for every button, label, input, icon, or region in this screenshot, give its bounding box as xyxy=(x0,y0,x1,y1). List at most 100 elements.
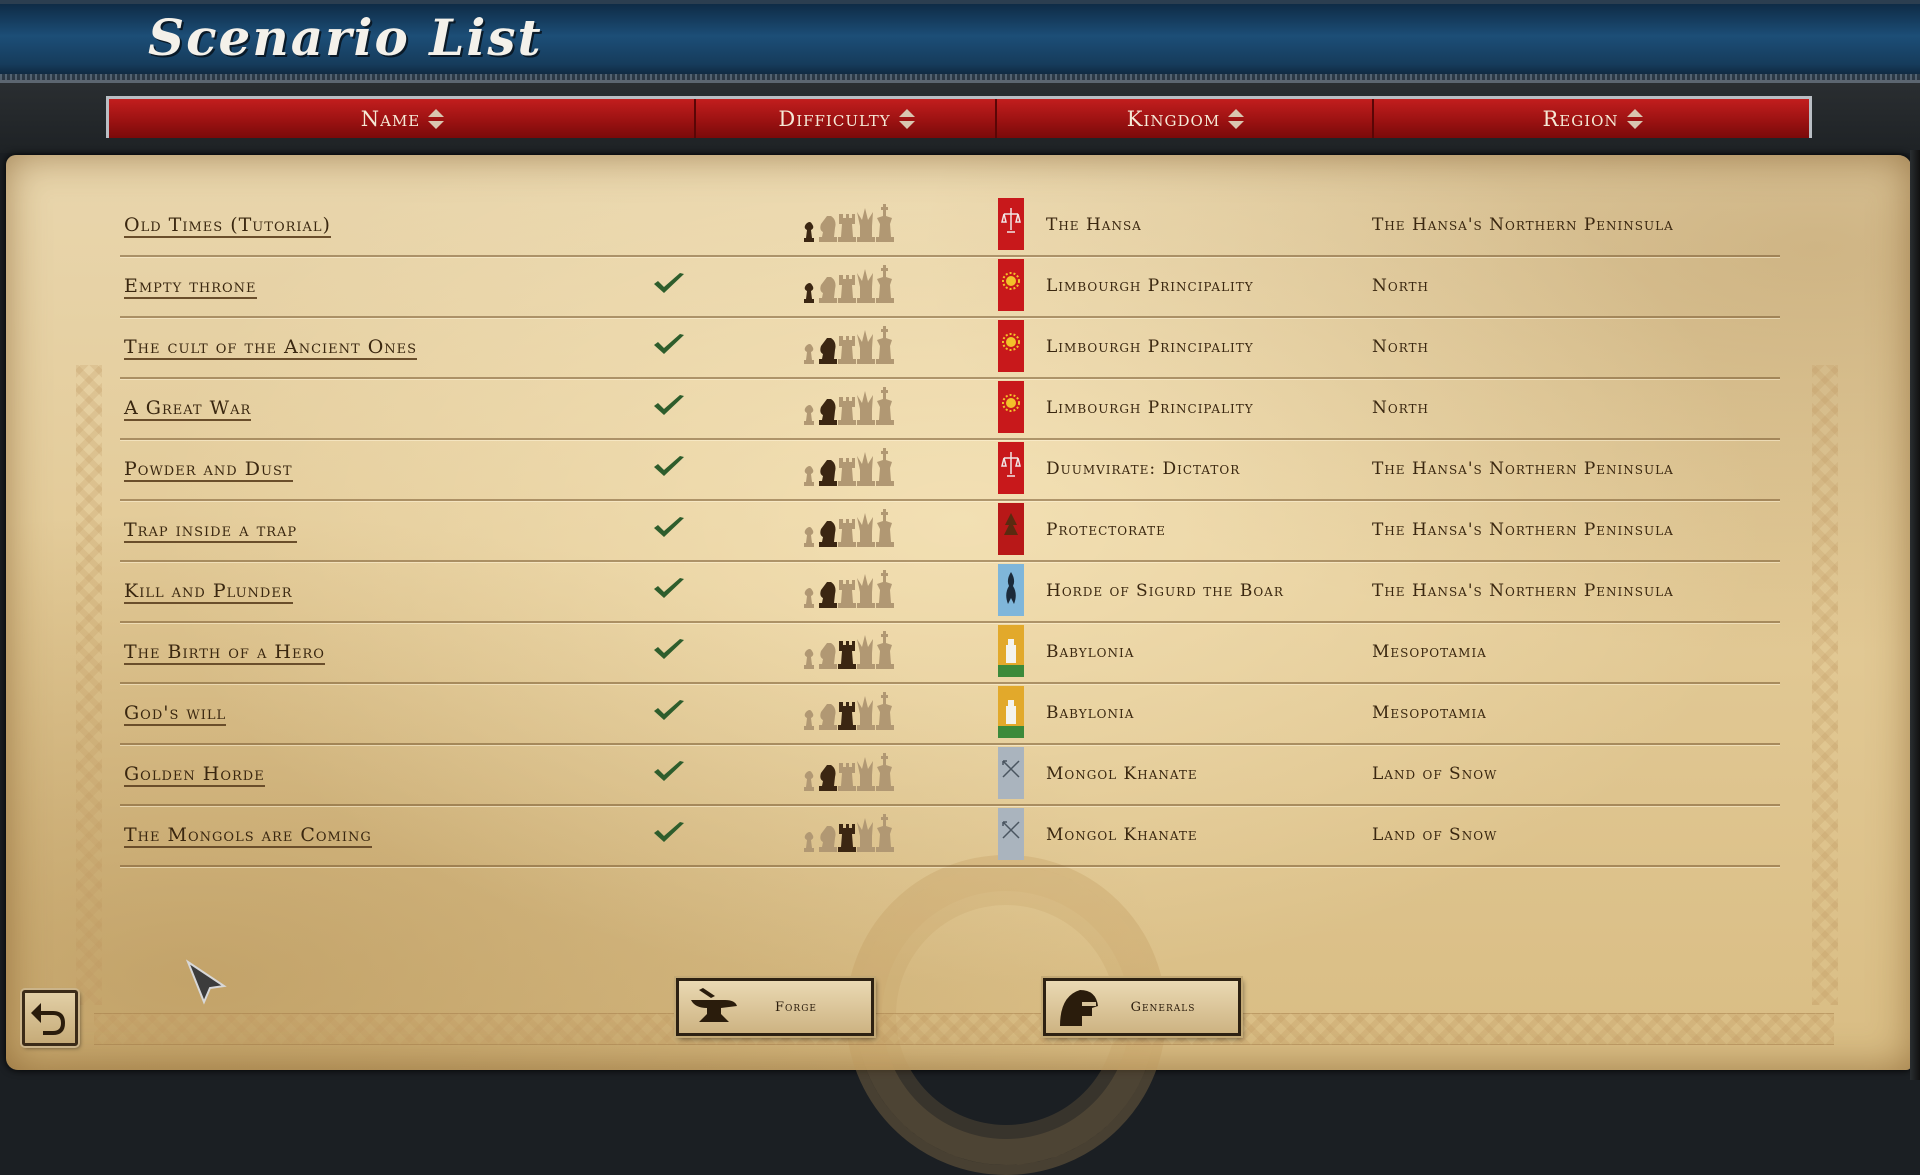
scenario-name-link[interactable]: Powder and Dust xyxy=(124,458,293,482)
region-name: The Hansa's Northern Peninsula xyxy=(1372,459,1674,479)
region-name: The Hansa's Northern Peninsula xyxy=(1372,215,1674,235)
king-icon xyxy=(876,814,894,852)
kingdom-name: The Hansa xyxy=(1046,215,1142,235)
column-header-name[interactable]: Name xyxy=(109,99,696,138)
knight-icon xyxy=(819,765,837,791)
column-header-bar: Name Difficulty Kingdom Region xyxy=(106,96,1812,138)
forge-button[interactable]: Forge xyxy=(676,978,874,1036)
scenario-row[interactable]: Kill and Plunder Horde of Sigurd the Boar… xyxy=(120,562,1780,623)
kingdom-banner-arrows-icon xyxy=(998,808,1024,860)
column-header-region[interactable]: Region xyxy=(1374,99,1809,138)
scenario-row[interactable]: Old Times (Tutorial) The Hansa The Hansa's… xyxy=(120,196,1780,257)
region-name: North xyxy=(1372,337,1430,357)
king-icon xyxy=(876,448,894,486)
scenario-name-link[interactable]: The Mongols are Coming xyxy=(124,824,372,848)
rook-icon xyxy=(838,397,856,425)
region-name: Land of Snow xyxy=(1372,764,1498,784)
queen-icon xyxy=(857,574,875,608)
pawn-icon xyxy=(804,466,814,486)
difficulty-chess-pieces xyxy=(804,448,894,486)
column-header-difficulty-label: Difficulty xyxy=(778,106,891,131)
scenario-name-link[interactable]: God's will xyxy=(124,702,227,726)
scenario-row[interactable]: Trap inside a trap Protectorate The Hansa'… xyxy=(120,501,1780,562)
scenario-name-link[interactable]: Old Times (Tutorial) xyxy=(124,214,331,238)
knight-icon xyxy=(819,460,837,486)
queen-icon xyxy=(857,208,875,242)
completed-check-icon xyxy=(654,639,684,659)
king-icon xyxy=(876,387,894,425)
column-header-difficulty[interactable]: Difficulty xyxy=(696,99,997,138)
queen-icon xyxy=(857,818,875,852)
sort-icon xyxy=(1228,108,1245,129)
queen-icon xyxy=(857,330,875,364)
scenario-name-link[interactable]: Empty throne xyxy=(124,275,257,299)
difficulty-chess-pieces xyxy=(804,814,894,852)
queen-icon xyxy=(857,635,875,669)
scenario-row[interactable]: A Great War Limbourgh Principality North xyxy=(120,379,1780,440)
scenario-name-link[interactable]: The cult of the Ancient Ones xyxy=(124,336,418,360)
difficulty-chess-pieces xyxy=(804,509,894,547)
kingdom-name: Duumvirate: Dictator xyxy=(1046,459,1241,479)
completed-check-icon xyxy=(654,456,684,476)
knight-icon xyxy=(819,826,837,852)
right-rim xyxy=(1910,150,1920,1080)
scenario-row[interactable]: The cult of the Ancient Ones Limbourgh Pr… xyxy=(120,318,1780,379)
pawn-icon xyxy=(804,710,814,730)
king-icon xyxy=(876,204,894,242)
difficulty-chess-pieces xyxy=(804,753,894,791)
pawn-icon xyxy=(804,344,814,364)
scenario-row[interactable]: The Birth of a Hero Babylonia Mesopotamia xyxy=(120,623,1780,684)
column-header-region-label: Region xyxy=(1542,106,1619,131)
completed-check-icon xyxy=(654,273,684,293)
scenario-row[interactable]: The Mongols are Coming Mongol Khanate Land… xyxy=(120,806,1780,867)
rook-icon xyxy=(838,824,856,852)
region-name: Mesopotamia xyxy=(1372,642,1487,662)
region-name: North xyxy=(1372,276,1430,296)
scenario-name-link[interactable]: The Birth of a Hero xyxy=(124,641,325,665)
page-title: Scenario List xyxy=(148,8,543,67)
scenario-name-link[interactable]: Kill and Plunder xyxy=(124,580,293,604)
rook-icon xyxy=(838,336,856,364)
rook-icon xyxy=(838,519,856,547)
kingdom-name: Mongol Khanate xyxy=(1046,764,1198,784)
region-name: Land of Snow xyxy=(1372,825,1498,845)
pawn-icon xyxy=(804,283,814,303)
king-icon xyxy=(876,631,894,669)
scenario-name-link[interactable]: Golden Horde xyxy=(124,763,265,787)
generals-button[interactable]: Generals xyxy=(1043,978,1241,1036)
completed-check-icon xyxy=(654,334,684,354)
queen-icon xyxy=(857,452,875,486)
kingdom-name: Babylonia xyxy=(1046,703,1135,723)
king-icon xyxy=(876,570,894,608)
column-header-kingdom[interactable]: Kingdom xyxy=(997,99,1374,138)
completed-check-icon xyxy=(654,578,684,598)
kingdom-banner-tree-icon xyxy=(998,503,1024,555)
pawn-icon xyxy=(804,588,814,608)
queen-icon xyxy=(857,513,875,547)
scenario-name-link[interactable]: Trap inside a trap xyxy=(124,519,298,543)
back-button[interactable] xyxy=(22,990,78,1046)
knight-icon xyxy=(819,338,837,364)
helmet-icon xyxy=(1060,990,1098,1026)
king-icon xyxy=(876,326,894,364)
rook-icon xyxy=(838,458,856,486)
scenario-row[interactable]: Golden Horde Mongol Khanate Land of Snow xyxy=(120,745,1780,806)
difficulty-chess-pieces xyxy=(804,570,894,608)
region-name: The Hansa's Northern Peninsula xyxy=(1372,581,1674,601)
kingdom-banner-tower-icon xyxy=(998,625,1024,677)
completed-check-icon xyxy=(654,700,684,720)
scenario-row[interactable]: Powder and Dust Duumvirate: Dictator The H… xyxy=(120,440,1780,501)
queen-icon xyxy=(857,391,875,425)
title-bar: Scenario List xyxy=(0,0,1920,83)
king-icon xyxy=(876,265,894,303)
queen-icon xyxy=(857,757,875,791)
scenario-name-link[interactable]: A Great War xyxy=(124,397,252,421)
kingdom-banner-arrows-icon xyxy=(998,747,1024,799)
rook-icon xyxy=(838,275,856,303)
scenario-row[interactable]: God's will Babylonia Mesopotamia xyxy=(120,684,1780,745)
scenario-row[interactable]: Empty throne Limbourgh Principality North xyxy=(120,257,1780,318)
completed-check-icon xyxy=(654,822,684,842)
cursor-icon xyxy=(185,959,227,1005)
region-name: Mesopotamia xyxy=(1372,703,1487,723)
kingdom-name: Babylonia xyxy=(1046,642,1135,662)
